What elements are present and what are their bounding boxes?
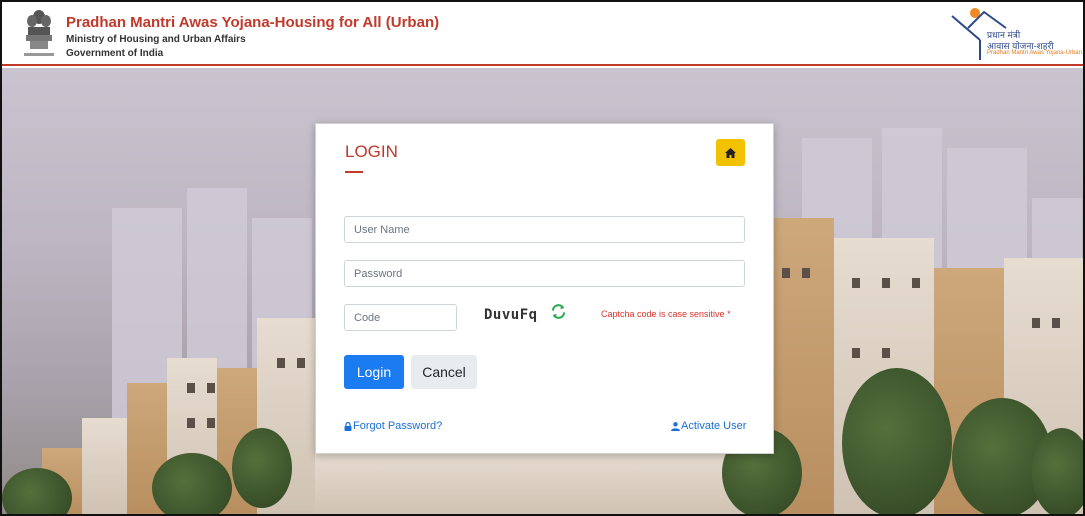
activate-user-label: Activate User bbox=[681, 420, 747, 432]
refresh-icon[interactable] bbox=[551, 304, 566, 319]
activate-user-link[interactable]: Activate User bbox=[671, 420, 746, 432]
captcha-code-input[interactable] bbox=[344, 304, 457, 331]
app-window: Pradhan Mantri Awas Yojana-Housing for A… bbox=[0, 0, 1085, 516]
home-button[interactable] bbox=[716, 139, 745, 166]
captcha-note: Captcha code is case sensitive * bbox=[601, 309, 731, 319]
site-header: Pradhan Mantri Awas Yojana-Housing for A… bbox=[2, 2, 1083, 66]
forgot-password-link[interactable]: Forgot Password? bbox=[344, 420, 442, 432]
national-emblem-icon bbox=[24, 10, 54, 56]
login-button[interactable]: Login bbox=[344, 355, 404, 389]
title-underline bbox=[345, 171, 363, 173]
captcha-image: DuvuFq bbox=[484, 307, 538, 323]
ministry-name: Ministry of Housing and Urban Affairs bbox=[66, 34, 246, 45]
username-input[interactable] bbox=[344, 216, 745, 243]
user-icon bbox=[671, 421, 680, 431]
forgot-password-label: Forgot Password? bbox=[353, 420, 443, 432]
site-title: Pradhan Mantri Awas Yojana-Housing for A… bbox=[66, 14, 440, 31]
cancel-button[interactable]: Cancel bbox=[411, 355, 477, 389]
logo-text-english: Pradhan Mantri Awas Yojana-Urban bbox=[987, 50, 1082, 56]
login-card: LOGIN DuvuFq Captcha code is case sensit… bbox=[315, 123, 774, 454]
lock-icon bbox=[344, 421, 352, 431]
password-input[interactable] bbox=[344, 260, 745, 287]
government-name: Government of India bbox=[66, 48, 164, 59]
login-title: LOGIN bbox=[345, 142, 398, 161]
home-icon bbox=[725, 147, 736, 158]
